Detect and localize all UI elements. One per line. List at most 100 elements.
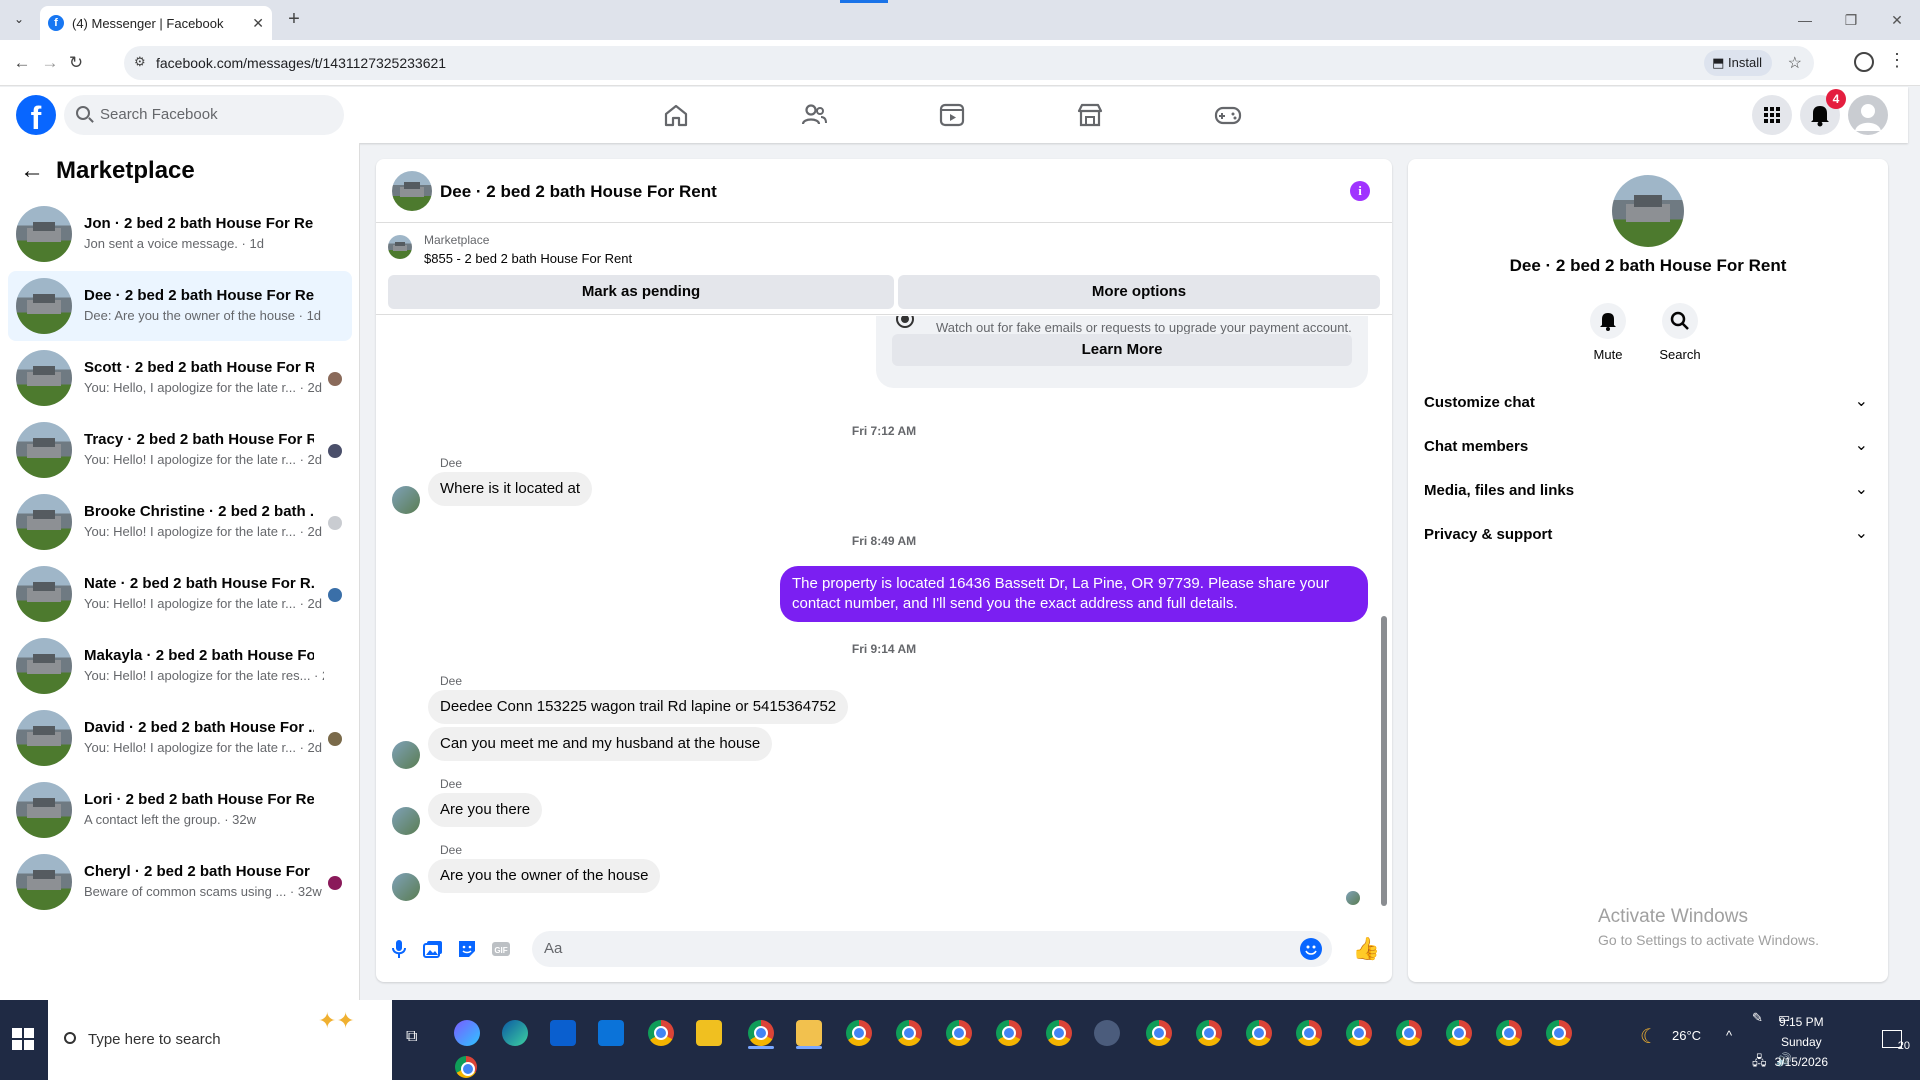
chrome-profile-icon[interactable] bbox=[846, 1020, 872, 1046]
install-button[interactable]: ⬒ Install bbox=[1704, 50, 1772, 76]
thread-scrollbar[interactable] bbox=[1380, 316, 1388, 919]
video-icon[interactable] bbox=[936, 99, 968, 131]
mark-as-pending-button[interactable]: Mark as pending bbox=[388, 275, 894, 309]
chrome-profile-icon[interactable] bbox=[1146, 1020, 1172, 1046]
photo-icon[interactable] bbox=[422, 938, 444, 960]
chrome-profile-icon[interactable] bbox=[1546, 1020, 1572, 1046]
more-options-button[interactable]: More options bbox=[898, 275, 1380, 309]
customize-chat-section[interactable]: Customize chat ⌄ bbox=[1416, 381, 1880, 425]
browser-menu-icon[interactable]: ⋮ bbox=[1888, 50, 1906, 71]
details-avatar[interactable] bbox=[1612, 175, 1684, 247]
sender-avatar[interactable] bbox=[392, 486, 420, 514]
incoming-message[interactable]: Are you there bbox=[428, 793, 543, 827]
new-tab-button[interactable]: + bbox=[282, 8, 306, 31]
sender-avatar[interactable] bbox=[392, 807, 420, 835]
incoming-message[interactable]: Can you meet me and my husband at the ho… bbox=[428, 727, 773, 761]
chat-title[interactable]: Dee · 2 bed 2 bath House For Rent bbox=[440, 182, 717, 202]
pen-icon[interactable]: ✎ bbox=[1752, 1010, 1763, 1026]
sticker-icon[interactable] bbox=[456, 938, 478, 960]
chrome-profile-icon[interactable] bbox=[1196, 1020, 1222, 1046]
gaming-icon[interactable] bbox=[1212, 99, 1244, 131]
incoming-message[interactable]: Are you the owner of the house bbox=[428, 859, 661, 893]
scroll-thumb[interactable] bbox=[1381, 616, 1387, 906]
chrome-profile-icon[interactable] bbox=[455, 1056, 477, 1078]
mute-button[interactable]: Mute bbox=[1578, 303, 1638, 362]
thumbs-up-icon[interactable]: 👍 bbox=[1353, 936, 1380, 962]
power-automate-icon[interactable] bbox=[696, 1020, 722, 1046]
close-window-button[interactable]: ✕ bbox=[1874, 0, 1920, 40]
conversation-item-jon[interactable]: Jon · 2 bed 2 bath House For Rent Jon se… bbox=[8, 199, 352, 269]
conversation-item-cheryl[interactable]: Cheryl · 2 bed 2 bath House For ... Bewa… bbox=[8, 847, 352, 917]
site-info-icon[interactable]: ⚙ bbox=[134, 54, 146, 70]
chrome-profile-icon[interactable] bbox=[1296, 1020, 1322, 1046]
file-explorer-icon[interactable] bbox=[796, 1020, 822, 1046]
menu-grid-button[interactable] bbox=[1752, 95, 1792, 135]
conversation-item-nate[interactable]: Nate · 2 bed 2 bath House For R... You: … bbox=[8, 559, 352, 629]
conversation-item-dee[interactable]: Dee · 2 bed 2 bath House For Rent Dee: A… bbox=[8, 271, 352, 341]
info-icon[interactable]: i bbox=[1350, 181, 1370, 201]
chrome-profile-icon[interactable] bbox=[1246, 1020, 1272, 1046]
chrome-profile-icon[interactable] bbox=[748, 1020, 774, 1046]
media-files-links-section[interactable]: Media, files and links ⌄ bbox=[1416, 469, 1880, 513]
edge-icon[interactable] bbox=[502, 1020, 528, 1046]
microsoft-store-icon[interactable] bbox=[550, 1020, 576, 1046]
back-button[interactable]: ← bbox=[10, 51, 34, 75]
bookmark-star-icon[interactable]: ☆ bbox=[1788, 53, 1802, 73]
conversation-item-scott[interactable]: Scott · 2 bed 2 bath House For R... You:… bbox=[8, 343, 352, 413]
restore-button[interactable]: ❐ bbox=[1828, 0, 1874, 40]
outlook-icon[interactable] bbox=[598, 1020, 624, 1046]
conversation-item-tracy[interactable]: Tracy · 2 bed 2 bath House For R... You:… bbox=[8, 415, 352, 485]
minimize-button[interactable]: — bbox=[1782, 0, 1828, 40]
facebook-search-input[interactable]: Search Facebook bbox=[64, 95, 344, 135]
account-avatar[interactable] bbox=[1848, 95, 1888, 135]
chrome-profile-icon[interactable] bbox=[1496, 1020, 1522, 1046]
show-hidden-icons-chevron-icon[interactable]: ^ bbox=[1726, 1028, 1732, 1043]
taskbar-search-box[interactable]: Type here to search ✦✦ bbox=[48, 1000, 392, 1080]
conversation-item-lori[interactable]: Lori · 2 bed 2 bath House For Rent A con… bbox=[8, 775, 352, 845]
windows-start-icon[interactable] bbox=[12, 1028, 34, 1050]
address-bar[interactable]: ⚙ facebook.com/messages/t/14311273252336… bbox=[124, 46, 1814, 80]
facebook-logo[interactable]: f bbox=[16, 95, 56, 135]
listing-thumbnail[interactable] bbox=[388, 235, 412, 259]
chrome-profile-icon[interactable] bbox=[1346, 1020, 1372, 1046]
url-text[interactable]: facebook.com/messages/t/1431127325233621 bbox=[156, 55, 446, 71]
network-icon[interactable]: 🖧 bbox=[1752, 1052, 1767, 1074]
message-input[interactable]: Aa bbox=[532, 931, 1332, 967]
tab-search-button[interactable]: ⌄ bbox=[8, 8, 30, 30]
conversation-item-david[interactable]: David · 2 bed 2 bath House For ... You: … bbox=[8, 703, 352, 773]
learn-more-button[interactable]: Learn More bbox=[892, 334, 1352, 366]
reload-button[interactable]: ↻ bbox=[64, 51, 88, 75]
gif-icon[interactable]: GIF bbox=[490, 938, 512, 960]
chrome-profile-icon[interactable] bbox=[1046, 1020, 1072, 1046]
pinned-app-icon[interactable] bbox=[1094, 1020, 1120, 1046]
task-view-icon[interactable]: ⧉ bbox=[406, 1028, 417, 1046]
chrome-icon[interactable] bbox=[648, 1020, 674, 1046]
marketplace-icon[interactable] bbox=[1074, 99, 1106, 131]
incoming-message[interactable]: Where is it located at bbox=[428, 472, 593, 506]
back-arrow-icon[interactable]: ← bbox=[20, 157, 44, 185]
chrome-profile-icon[interactable] bbox=[996, 1020, 1022, 1046]
chrome-profile-icon[interactable] bbox=[896, 1020, 922, 1046]
microphone-icon[interactable] bbox=[388, 938, 410, 960]
conversation-item-makayla[interactable]: Makayla · 2 bed 2 bath House For ... You… bbox=[8, 631, 352, 701]
friends-icon[interactable] bbox=[798, 99, 830, 131]
chrome-profile-icon[interactable] bbox=[946, 1020, 972, 1046]
browser-tab-messenger[interactable]: f (4) Messenger | Facebook ✕ bbox=[40, 6, 272, 40]
system-clock[interactable]: 9:15 PM Sunday 3/15/2026 bbox=[1775, 1012, 1828, 1072]
chat-avatar[interactable] bbox=[392, 171, 432, 211]
sender-avatar[interactable] bbox=[392, 741, 420, 769]
copilot-icon[interactable] bbox=[454, 1020, 480, 1046]
tab-close-icon[interactable]: ✕ bbox=[252, 15, 264, 32]
forward-button[interactable]: → bbox=[38, 51, 62, 75]
weather-temperature[interactable]: 26°C bbox=[1672, 1028, 1701, 1043]
privacy-support-section[interactable]: Privacy & support ⌄ bbox=[1416, 513, 1880, 557]
incoming-message[interactable]: Deedee Conn 153225 wagon trail Rd lapine… bbox=[428, 690, 849, 724]
emoji-icon[interactable] bbox=[1300, 938, 1322, 960]
chat-members-section[interactable]: Chat members ⌄ bbox=[1416, 425, 1880, 469]
search-in-chat-button[interactable]: Search bbox=[1650, 303, 1710, 362]
conversation-item-brooke[interactable]: Brooke Christine · 2 bed 2 bath ... You:… bbox=[8, 487, 352, 557]
chrome-profile-icon[interactable] bbox=[1446, 1020, 1472, 1046]
home-icon[interactable] bbox=[660, 99, 692, 131]
browser-profile-icon[interactable] bbox=[1854, 52, 1874, 72]
outgoing-message[interactable]: The property is located 16436 Bassett Dr… bbox=[780, 566, 1368, 622]
